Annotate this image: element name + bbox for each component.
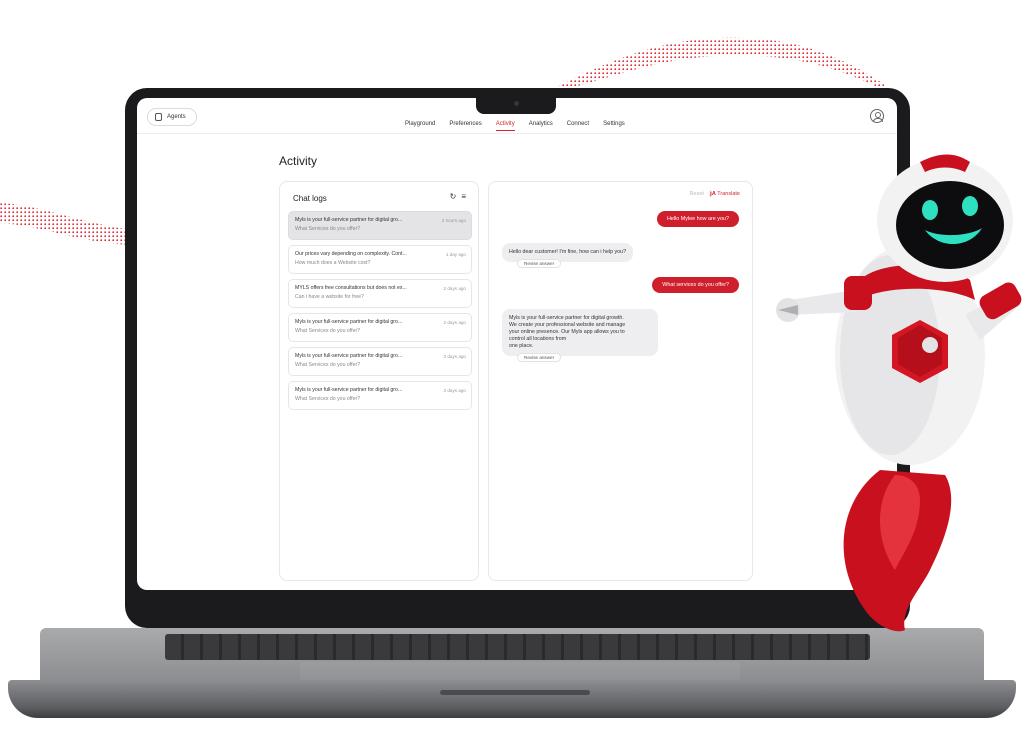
refresh-icon[interactable]: ↻ (450, 192, 457, 201)
log-question: What Services do you offer? (295, 362, 361, 368)
chat-logs-title: Chat logs (293, 194, 327, 203)
log-timestamp: 1 day ago (445, 252, 466, 257)
filter-icon[interactable]: ≡ (461, 192, 466, 201)
camera-icon (514, 101, 519, 106)
chat-log-list: Myls is your full-service partner for di… (288, 211, 472, 415)
bot-message: Myls is your full-service partner for di… (502, 309, 658, 356)
tab-preferences[interactable]: Preferences (449, 121, 481, 131)
revise-answer-button[interactable]: Revise answer (517, 353, 562, 362)
chat-log-item[interactable]: Myls is your full-service partner for di… (288, 313, 472, 342)
log-answer-preview: Myls is your full-service partner for di… (295, 353, 403, 359)
log-answer-preview: Myls is your full-service partner for di… (295, 217, 403, 223)
log-question: Can i have a website for free? (295, 294, 364, 300)
page-title: Activity (279, 154, 318, 168)
log-question: How much does a Website cost? (295, 260, 371, 266)
tab-activity[interactable]: Activity (495, 121, 515, 131)
chat-log-item[interactable]: Myls is your full-service partner for di… (288, 211, 472, 240)
log-timestamp: 2 days ago (443, 320, 466, 325)
laptop-opening-notch (440, 690, 590, 695)
bot-message-line: control all locations from (509, 336, 567, 342)
log-answer-preview: Our prices vary depending on complexity.… (295, 251, 407, 257)
log-answer-preview: Myls is your full-service partner for di… (295, 319, 403, 325)
translate-icon: 𝕛A (709, 191, 716, 197)
agents-label: Agents (167, 114, 186, 120)
conversation-panel: Reset 𝕛A Translate Hello Mylee how are y… (488, 181, 753, 581)
user-profile-icon[interactable] (870, 109, 884, 123)
bot-message-line: Myls is your full-service partner for di… (509, 315, 624, 321)
log-timestamp: 3 hours ago (441, 218, 466, 223)
log-answer-preview: MYLS offers free consultations but does … (295, 285, 407, 291)
tab-playground[interactable]: Playground (405, 121, 435, 131)
dotted-swirl-left-decoration (0, 203, 132, 245)
agents-button[interactable]: Agents (147, 108, 197, 126)
log-question: What Services do you offer? (295, 328, 361, 334)
bot-message-line: one place. (509, 343, 534, 349)
log-timestamp: 2 days ago (443, 286, 466, 291)
marketing-scene: Agents Playground Preferences Activity A… (0, 0, 1024, 732)
user-message: Hello Mylee how are you? (656, 211, 739, 227)
robot-mascot-illustration (776, 154, 1022, 632)
chat-log-item[interactable]: Our prices vary depending on complexity.… (288, 245, 472, 274)
log-answer-preview: Myls is your full-service partner for di… (295, 387, 403, 393)
dotted-swirl-top-decoration (555, 37, 885, 88)
chat-logs-tools: ↻ ≡ (450, 192, 466, 201)
conversation-toolbar: Reset 𝕛A Translate (690, 191, 740, 197)
translate-label: Translate (717, 191, 740, 197)
laptop-base (8, 680, 1016, 718)
log-question: What Services do you offer? (295, 226, 361, 232)
log-timestamp: 3 days ago (443, 388, 466, 393)
log-question: What Services do you offer? (295, 396, 361, 402)
robot-icon (155, 113, 162, 121)
bot-message-line: your online presence. Our Myls app allow… (509, 329, 625, 335)
main-nav: Playground Preferences Activity Analytic… (405, 121, 625, 131)
tab-analytics[interactable]: Analytics (529, 121, 553, 131)
header-divider (137, 133, 897, 134)
chat-logs-panel: Chat logs ↻ ≡ Myls is your full-service … (279, 181, 479, 581)
tab-settings[interactable]: Settings (603, 121, 625, 131)
chat-log-item[interactable]: Myls is your full-service partner for di… (288, 381, 472, 410)
chat-log-item[interactable]: MYLS offers free consultations but does … (288, 279, 472, 308)
chat-log-item[interactable]: Myls is your full-service partner for di… (288, 347, 472, 376)
reset-button[interactable]: Reset (690, 191, 704, 197)
user-message: What services do you offer? (652, 277, 739, 293)
tab-connect[interactable]: Connect (567, 121, 589, 131)
bot-message-line: We create your professional website and … (509, 322, 626, 328)
translate-button[interactable]: 𝕛A Translate (710, 191, 740, 197)
laptop-keyboard (165, 634, 870, 660)
revise-answer-button[interactable]: Revise answer (517, 259, 562, 268)
log-timestamp: 3 days ago (443, 354, 466, 359)
